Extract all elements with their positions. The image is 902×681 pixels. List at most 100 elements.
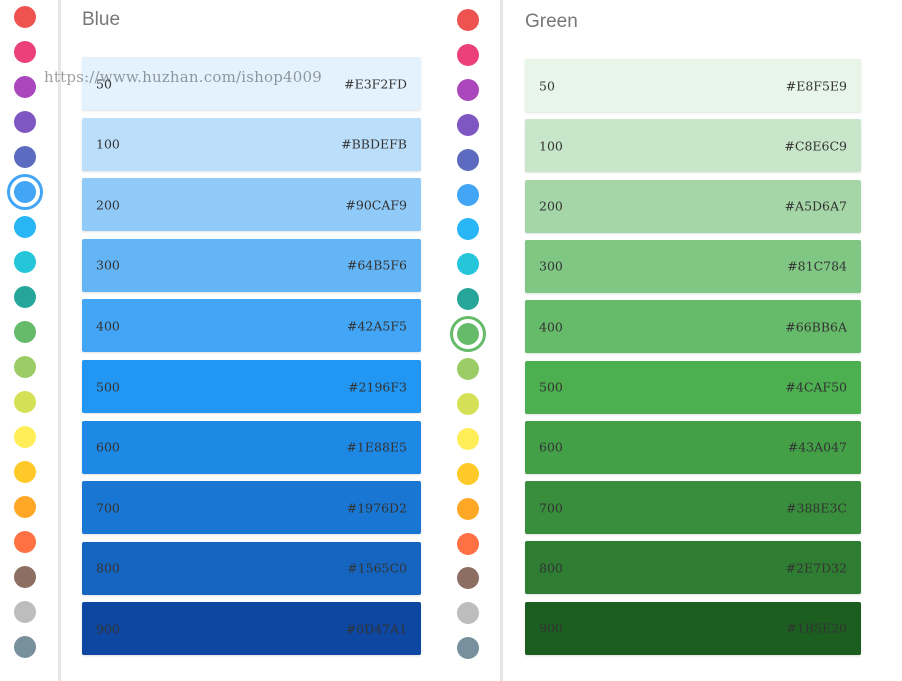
left-color-dot[interactable] xyxy=(14,496,36,518)
swatch-hex-code: #2196F3 xyxy=(348,379,407,394)
left-color-dot[interactable] xyxy=(14,461,36,483)
green-swatch-400[interactable]: 400 #66BB6A xyxy=(525,300,861,354)
green-swatch-50[interactable]: 50 #E8F5E9 xyxy=(525,59,861,112)
blue-swatch-100[interactable]: 100 #BBDEFB xyxy=(82,117,421,171)
swatch-shade-label: 600 xyxy=(539,439,563,455)
right-color-dot[interactable] xyxy=(457,392,479,415)
right-color-dot[interactable] xyxy=(457,497,479,520)
left-color-dot[interactable] xyxy=(14,146,36,168)
blue-swatch-700[interactable]: 700 #1976D2 xyxy=(82,481,421,535)
green-swatch-800[interactable]: 800 #2E7D32 xyxy=(525,541,861,595)
left-color-picker xyxy=(0,0,58,681)
green-palette-panel: Green 50 #E8F5E9 100 #C8E6C9 200 #A5D6A7 300 #8… xyxy=(525,0,861,681)
swatch-shade-label: 800 xyxy=(539,560,563,576)
swatch-shade-label: 400 xyxy=(539,319,563,335)
swatch-hex-code: #E8F5E9 xyxy=(785,78,847,93)
swatch-shade-label: 500 xyxy=(96,379,120,394)
left-color-dot[interactable] xyxy=(14,426,36,448)
green-swatch-200[interactable]: 200 #A5D6A7 xyxy=(525,179,861,233)
right-color-dot[interactable] xyxy=(457,183,479,206)
left-color-dot[interactable] xyxy=(14,356,36,378)
right-color-dot[interactable] xyxy=(457,358,479,380)
right-color-dot[interactable] xyxy=(457,462,479,485)
swatch-hex-code: #2E7D32 xyxy=(785,560,847,576)
left-color-dot[interactable] xyxy=(14,321,36,343)
swatch-hex-code: #C8E6C9 xyxy=(784,138,847,154)
left-color-dot[interactable] xyxy=(14,6,36,28)
green-swatch-100[interactable]: 100 #C8E6C9 xyxy=(525,119,861,173)
panel-title-green: Green xyxy=(525,11,578,32)
left-color-dot[interactable] xyxy=(14,76,36,98)
swatch-hex-code: #4CAF50 xyxy=(785,379,847,395)
swatch-shade-label: 400 xyxy=(96,318,120,334)
swatch-shade-label: 700 xyxy=(539,500,563,516)
swatch-hex-code: #42A5F5 xyxy=(347,318,407,334)
green-swatch-600[interactable]: 600 #43A047 xyxy=(525,420,861,474)
left-color-dot[interactable] xyxy=(14,391,36,413)
right-divider xyxy=(500,0,503,681)
swatch-shade-label: 300 xyxy=(539,258,563,274)
blue-swatch-200[interactable]: 200 #90CAF9 xyxy=(82,178,421,232)
right-color-dot[interactable] xyxy=(457,427,479,450)
blue-palette-panel: Blue 50 #E3F2FD 100 #BBDEFB 200 #90CAF9 300 #64… xyxy=(82,0,421,681)
swatch-shade-label: 900 xyxy=(539,620,563,636)
blue-swatch-500[interactable]: 500 #2196F3 xyxy=(82,360,421,413)
left-color-dot[interactable] xyxy=(14,41,36,63)
panel-title-blue: Blue xyxy=(82,9,121,30)
right-color-picker xyxy=(442,0,500,681)
left-color-dot[interactable] xyxy=(7,174,43,210)
swatch-shade-label: 500 xyxy=(539,379,563,395)
swatch-hex-code: #1565C0 xyxy=(347,560,407,576)
right-color-dot[interactable] xyxy=(457,567,479,590)
swatch-shade-label: 300 xyxy=(96,257,120,273)
swatch-hex-code: #A5D6A7 xyxy=(784,198,847,214)
right-color-dot[interactable] xyxy=(457,78,479,101)
swatch-shade-label: 100 xyxy=(96,136,120,152)
swatch-hex-code: #1E88E5 xyxy=(346,439,407,455)
swatch-shade-label: 200 xyxy=(96,197,120,213)
swatch-shade-label: 700 xyxy=(96,500,120,516)
right-color-dot[interactable] xyxy=(457,532,479,555)
left-color-dot[interactable] xyxy=(14,111,36,133)
right-color-dot[interactable] xyxy=(457,43,479,66)
green-swatch-500[interactable]: 500 #4CAF50 xyxy=(525,360,861,414)
left-color-dot[interactable] xyxy=(14,636,36,658)
green-swatch-900[interactable]: 900 #1B5E20 xyxy=(525,601,861,655)
blue-swatch-300[interactable]: 300 #64B5F6 xyxy=(82,238,421,292)
swatch-hex-code: #1B5E20 xyxy=(786,620,847,636)
right-color-dot[interactable] xyxy=(457,253,479,276)
right-color-dot[interactable] xyxy=(457,9,479,31)
swatch-hex-code: #1976D2 xyxy=(346,500,407,516)
swatch-shade-label: 200 xyxy=(539,198,563,214)
left-color-dot[interactable] xyxy=(14,531,36,553)
green-swatch-300[interactable]: 300 #81C784 xyxy=(525,239,861,293)
blue-swatch-50[interactable]: 50 #E3F2FD xyxy=(82,57,421,110)
swatch-shade-label: 900 xyxy=(96,621,120,637)
right-color-dot[interactable] xyxy=(457,288,479,311)
green-swatch-700[interactable]: 700 #388E3C xyxy=(525,481,861,535)
blue-swatch-400[interactable]: 400 #42A5F5 xyxy=(82,299,421,353)
swatch-shade-label: 50 xyxy=(96,76,112,91)
left-color-dot[interactable] xyxy=(14,601,36,623)
left-color-dot[interactable] xyxy=(14,566,36,588)
right-color-dot[interactable] xyxy=(457,148,479,171)
swatch-shade-label: 50 xyxy=(539,78,555,93)
blue-swatch-900[interactable]: 900 #0D47A1 xyxy=(82,602,421,656)
left-divider xyxy=(58,0,61,681)
blue-swatch-800[interactable]: 800 #1565C0 xyxy=(82,541,421,595)
swatch-hex-code: #0D47A1 xyxy=(345,621,407,637)
left-color-dot[interactable] xyxy=(14,286,36,308)
swatch-hex-code: #43A047 xyxy=(787,439,847,455)
right-color-dot[interactable] xyxy=(457,637,479,660)
right-color-dot[interactable] xyxy=(450,316,486,353)
swatch-hex-code: #BBDEFB xyxy=(341,136,407,152)
right-color-dot[interactable] xyxy=(457,113,479,136)
left-color-dot[interactable] xyxy=(14,251,36,273)
swatch-hex-code: #90CAF9 xyxy=(345,197,407,213)
blue-swatch-600[interactable]: 600 #1E88E5 xyxy=(82,420,421,474)
left-color-dot[interactable] xyxy=(14,216,36,238)
swatch-hex-code: #388E3C xyxy=(786,500,847,516)
right-color-dot[interactable] xyxy=(457,218,479,241)
right-color-dot[interactable] xyxy=(457,602,479,625)
swatch-hex-code: #66BB6A xyxy=(785,319,847,335)
